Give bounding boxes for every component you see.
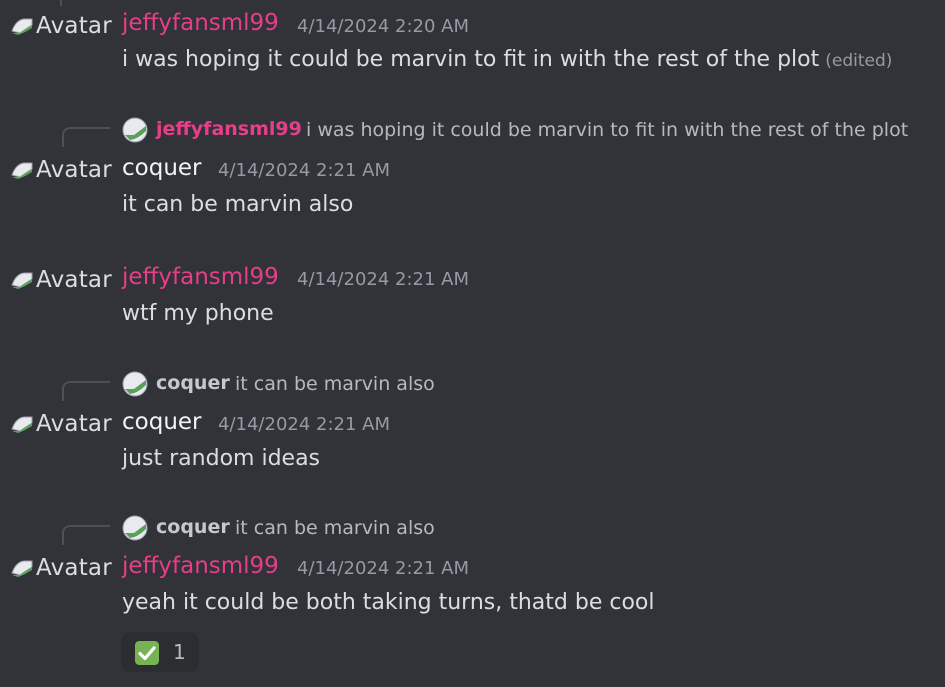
thread-connector <box>60 0 62 6</box>
reply-preview[interactable]: it can be marvin also <box>235 373 435 395</box>
timestamp[interactable]: 4/14/2024 2:21 AM <box>297 269 469 290</box>
reply-author[interactable]: coquer <box>156 516 230 538</box>
reply-author[interactable]: coquer <box>156 372 230 394</box>
reaction-count: 1 <box>173 640 186 664</box>
broken-image-icon <box>11 416 33 433</box>
avatar[interactable]: Avatar <box>36 157 112 183</box>
reply-connector <box>62 127 110 147</box>
timestamp[interactable]: 4/14/2024 2:21 AM <box>218 414 390 435</box>
author-name[interactable]: jeffyfansml99 <box>122 553 279 579</box>
edited-label[interactable]: (edited) <box>825 51 892 71</box>
avatar[interactable]: Avatar <box>36 13 112 39</box>
author-name[interactable]: coquer <box>122 409 202 435</box>
broken-image-icon <box>11 560 33 577</box>
message-text: i was hoping it could be marvin to fit i… <box>122 47 820 72</box>
avatar[interactable]: Avatar <box>36 555 112 581</box>
reply-preview[interactable]: it can be marvin also <box>235 517 435 539</box>
avatar[interactable]: Avatar <box>36 267 112 293</box>
reply-preview[interactable]: i was hoping it could be marvin to fit i… <box>306 119 908 141</box>
broken-image-icon <box>11 18 33 35</box>
reply-author[interactable]: jeffyfansml99 <box>156 118 302 140</box>
avatar[interactable]: Avatar <box>36 411 112 437</box>
timestamp[interactable]: 4/14/2024 2:21 AM <box>218 160 390 181</box>
message-text: just random ideas <box>122 446 321 471</box>
broken-image-icon <box>11 272 33 289</box>
timestamp[interactable]: 4/14/2024 2:20 AM <box>297 16 469 37</box>
broken-image-icon <box>11 162 33 179</box>
message-text: it can be marvin also <box>122 192 354 217</box>
author-name[interactable]: jeffyfansml99 <box>122 264 279 290</box>
message-text: wtf my phone <box>122 301 274 326</box>
author-name[interactable]: jeffyfansml99 <box>122 10 279 36</box>
check-mark-button-icon <box>135 641 159 665</box>
reply-avatar-icon[interactable] <box>122 371 148 397</box>
reply-avatar-icon[interactable] <box>122 117 148 143</box>
message-text: yeah it could be both taking turns, that… <box>122 590 655 615</box>
timestamp[interactable]: 4/14/2024 2:21 AM <box>297 558 469 579</box>
reply-connector <box>62 525 110 545</box>
reaction-button[interactable]: 1 <box>121 632 199 672</box>
message-content: i was hoping it could be marvin to fit i… <box>122 47 892 72</box>
author-name[interactable]: coquer <box>122 155 202 181</box>
reply-avatar-icon[interactable] <box>122 515 148 541</box>
reply-connector <box>62 381 110 401</box>
